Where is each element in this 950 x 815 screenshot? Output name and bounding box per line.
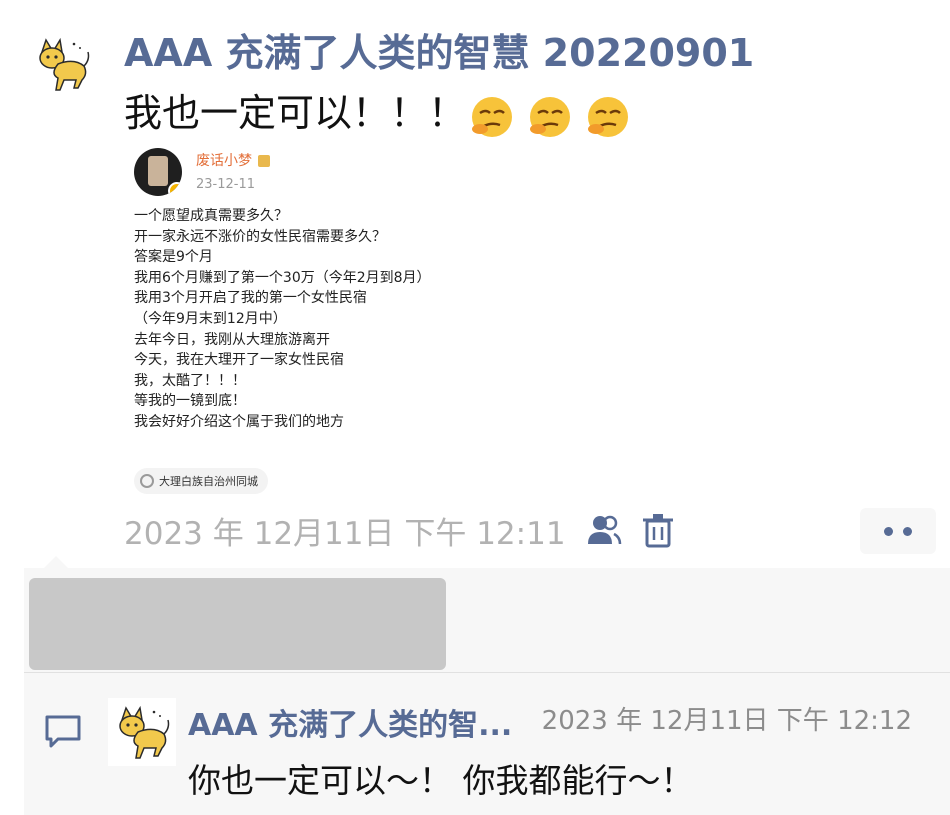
embedded-location-label: 大理白族自治州同城 <box>159 475 258 488</box>
post-text-content: 我也一定可以！！！ <box>124 91 467 135</box>
embedded-author-label: 废话小梦 <box>196 153 252 169</box>
post-author-name[interactable]: AAA 充满了人类的智慧 20220901 <box>124 22 754 77</box>
likes-redacted-block <box>29 578 446 670</box>
post-timestamp: 2023 年 12月11日 下午 12:11 <box>124 515 566 552</box>
embedded-author-name: 废话小梦 <box>196 150 270 170</box>
cat-avatar-icon <box>39 37 90 91</box>
embedded-line: 我，太酷了！！！ <box>134 372 246 389</box>
panel-divider <box>24 672 950 673</box>
location-pin-icon <box>140 474 154 488</box>
trash-icon[interactable] <box>638 510 678 550</box>
embedded-screenshot-image[interactable]: 废话小梦 23-12-11 一个愿望成真需要多久？ 开一家永远不涨价的女性民宿需… <box>124 140 494 500</box>
more-dots-icon <box>903 526 912 536</box>
embedded-author-avatar <box>134 148 182 196</box>
user-avatar[interactable] <box>28 30 96 98</box>
smirk-emoji-icon <box>588 96 629 137</box>
comment-bubble-icon <box>45 715 81 748</box>
cat-avatar-icon <box>119 705 170 759</box>
embedded-line: 等我的一镜到底！ <box>134 393 246 410</box>
smirk-emoji-icon <box>472 96 513 137</box>
more-dots-icon <box>884 526 893 536</box>
embedded-line: （今年9月末到12月中） <box>134 310 287 327</box>
comment-text[interactable]: 你也一定可以～！ 你我都能行～！ <box>188 754 694 802</box>
moment-post: AAA 充满了人类的智慧 20220901 我也一定可以！！！ 废话小梦 23-… <box>0 0 950 815</box>
emoji-row <box>470 92 632 139</box>
friends-visibility-icon[interactable] <box>584 510 624 550</box>
comment-author-name[interactable]: AAA 充满了人类的智... <box>188 700 512 744</box>
comment-timestamp: 2023 年 12月11日 下午 12:12 <box>541 706 912 736</box>
embedded-line: 一个愿望成真需要多久？ <box>134 208 288 224</box>
embedded-line: 我用3个月开启了我的第一个女性民宿 <box>134 290 367 307</box>
panel-notch <box>44 556 68 568</box>
smirk-emoji-icon <box>530 96 571 137</box>
post-meta-row: 2023 年 12月11日 下午 12:11 <box>124 508 678 552</box>
embedded-line: 我会好好介绍这个属于我们的地方 <box>134 413 344 430</box>
post-text: 我也一定可以！！！ <box>124 82 632 139</box>
embedded-line: 去年今日，我刚从大理旅游离开 <box>134 331 330 348</box>
vip-badge-icon <box>258 155 270 167</box>
embedded-line: 我用6个月赚到了第一个30万（今年2月到8月） <box>134 269 431 286</box>
embedded-location-tag: 大理白族自治州同城 <box>134 468 268 494</box>
embedded-line: 今天，我在大理开了一家女性民宿 <box>134 352 344 369</box>
interaction-panel: AAA 充满了人类的智... 2023 年 12月11日 下午 12:12 你也… <box>24 556 950 815</box>
embedded-line: 答案是9个月 <box>134 249 213 266</box>
embedded-post-body: 一个愿望成真需要多久？ 开一家永远不涨价的女性民宿需要多久？ 答案是9个月 我用… <box>134 206 494 433</box>
comment-author-avatar[interactable] <box>108 698 176 766</box>
more-actions-button[interactable] <box>860 508 936 554</box>
embedded-post-date: 23-12-11 <box>196 177 256 192</box>
embedded-line: 开一家永远不涨价的女性民宿需要多久？ <box>134 228 386 245</box>
